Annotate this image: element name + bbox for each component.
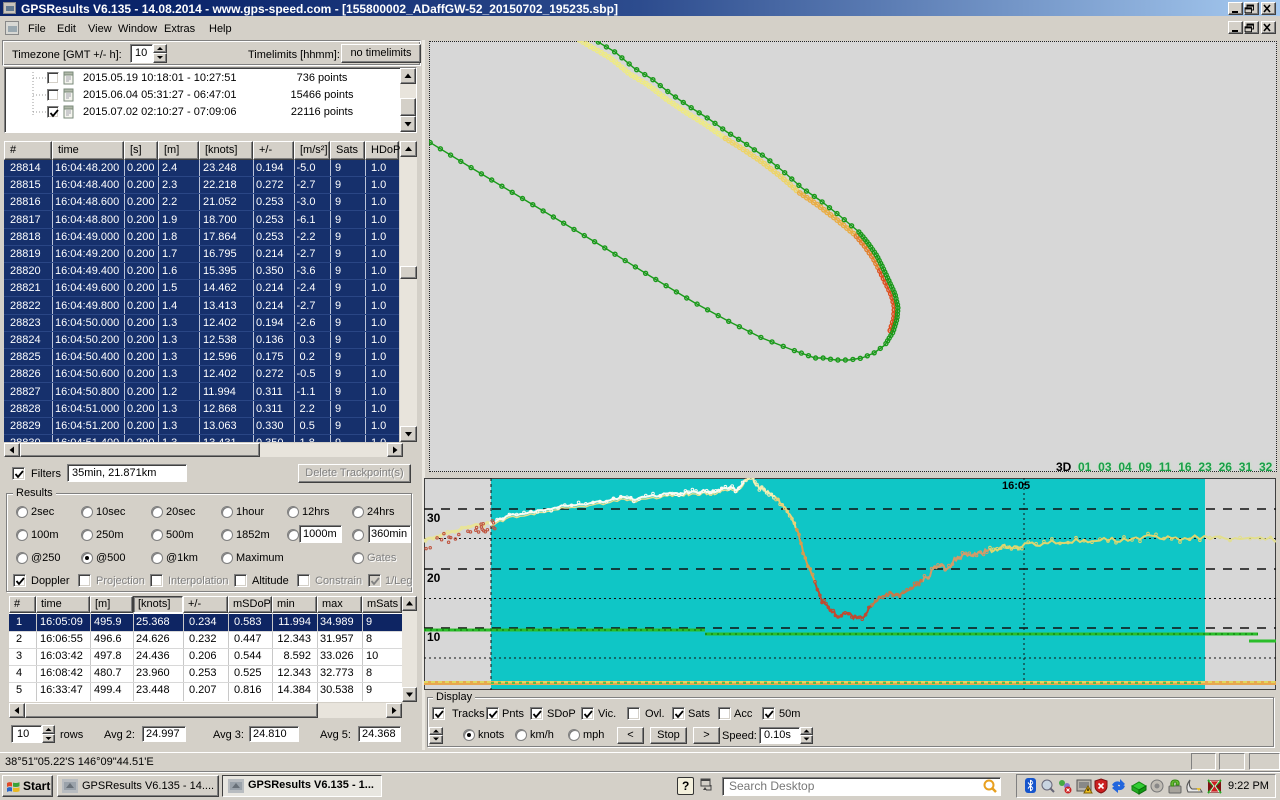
svg-text:30: 30 [427, 511, 441, 525]
svg-text:20: 20 [427, 571, 441, 585]
svg-text:10: 10 [427, 630, 441, 644]
svg-text:16:05: 16:05 [1002, 480, 1030, 492]
